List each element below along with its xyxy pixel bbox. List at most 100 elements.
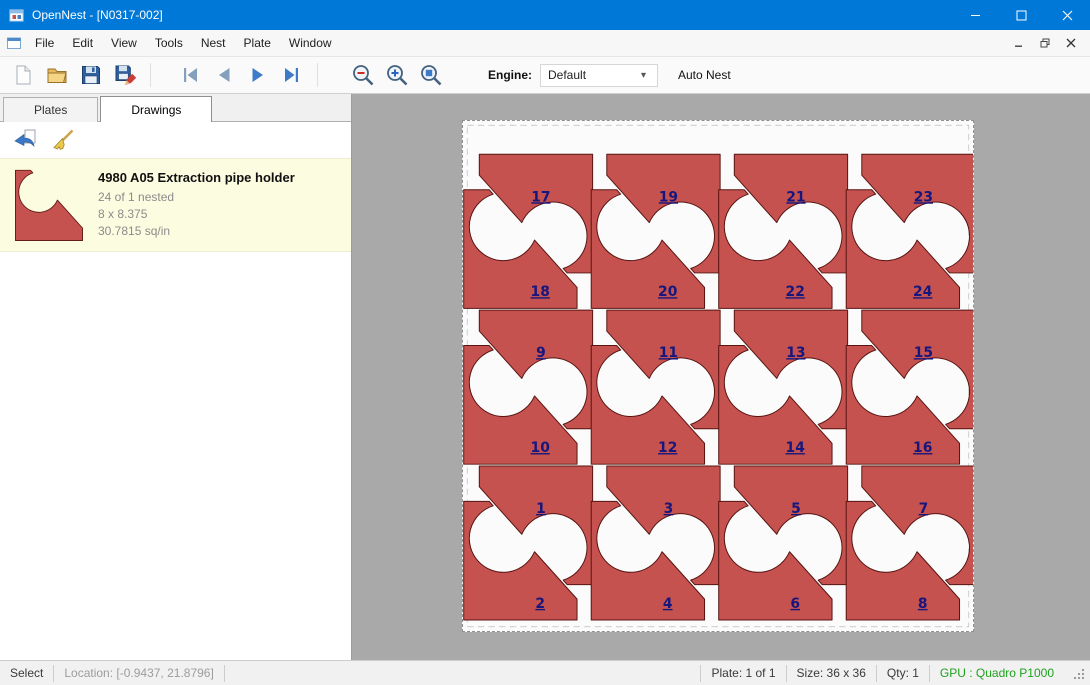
first-plate-button[interactable] <box>173 59 207 91</box>
mdi-minimize-button[interactable] <box>1006 32 1032 54</box>
toolbar: Engine: Default ▾ Auto Nest <box>0 57 1090 94</box>
broom-icon <box>51 128 75 152</box>
status-plate: Plate: 1 of 1 <box>701 666 785 680</box>
menu-item-file[interactable]: File <box>26 30 63 56</box>
save-icon <box>79 63 103 87</box>
drawing-nested-count: 24 of 1 nested <box>98 189 295 206</box>
part-number: 22 <box>786 284 805 300</box>
status-gpu: GPU : Quadro P1000 <box>930 666 1064 680</box>
last-arrow-icon <box>280 63 304 87</box>
menu-item-nest[interactable]: Nest <box>192 30 235 56</box>
save-as-button[interactable] <box>108 59 142 91</box>
part-number: 20 <box>658 284 677 300</box>
menu-item-view[interactable]: View <box>102 30 146 56</box>
window-title: OpenNest - [N0317-002] <box>32 8 952 22</box>
prev-arrow-icon <box>212 63 236 87</box>
statusbar: Select Location: [-0.9437, 21.8796] Plat… <box>0 660 1090 685</box>
maximize-button[interactable] <box>998 0 1044 30</box>
part-thumbnail <box>14 169 84 242</box>
status-mode: Select <box>0 666 53 680</box>
menu-item-window[interactable]: Window <box>280 30 341 56</box>
toolbar-separator <box>150 63 151 87</box>
mdi-close-icon <box>1066 38 1076 48</box>
part-number: 5 <box>791 501 801 517</box>
move-to-plate-button[interactable] <box>10 126 40 154</box>
titlebar: OpenNest - [N0317-002] <box>0 0 1090 30</box>
tab-drawings[interactable]: Drawings <box>100 96 212 122</box>
part-number: 2 <box>535 596 545 612</box>
minimize-button[interactable] <box>952 0 998 30</box>
clear-button[interactable] <box>48 126 78 154</box>
first-arrow-icon <box>178 63 202 87</box>
engine-select[interactable]: Default ▾ <box>540 64 658 87</box>
menu-item-plate[interactable]: Plate <box>235 30 280 56</box>
save-button[interactable] <box>74 59 108 91</box>
close-icon <box>1062 10 1073 21</box>
part-number: 23 <box>914 189 933 205</box>
next-plate-button[interactable] <box>241 59 275 91</box>
mdi-restore-button[interactable] <box>1032 32 1058 54</box>
part-number: 10 <box>531 440 550 456</box>
part-number: 6 <box>790 596 800 612</box>
prev-plate-button[interactable] <box>207 59 241 91</box>
part-number: 13 <box>786 345 805 361</box>
tab-plates[interactable]: Plates <box>3 97 98 122</box>
zoom-out-button[interactable] <box>346 59 380 91</box>
mdi-minimize-icon <box>1014 38 1024 48</box>
open-folder-icon <box>45 63 69 87</box>
zoom-in-button[interactable] <box>380 59 414 91</box>
part-number: 1 <box>536 501 546 517</box>
part-number: 18 <box>531 284 550 300</box>
toolbar-separator <box>317 63 318 87</box>
part-number: 7 <box>919 501 929 517</box>
nest-plate[interactable]: 171819202122232491011121314151612345678 <box>462 120 974 632</box>
drawing-title: 4980 A05 Extraction pipe holder <box>98 170 295 185</box>
mdi-child-icon <box>6 35 22 51</box>
part-number: 14 <box>786 440 806 456</box>
drawing-list-item[interactable]: 4980 A05 Extraction pipe holder 24 of 1 … <box>0 158 351 252</box>
mdi-close-button[interactable] <box>1058 32 1084 54</box>
part-number: 15 <box>914 345 933 361</box>
part-number: 3 <box>664 501 674 517</box>
chevron-down-icon: ▾ <box>641 70 657 81</box>
part-number: 16 <box>913 440 932 456</box>
part-number: 19 <box>659 189 678 205</box>
maximize-icon <box>1016 10 1027 21</box>
new-file-button[interactable] <box>6 59 40 91</box>
resize-grip[interactable] <box>1074 669 1086 681</box>
auto-nest-button[interactable]: Auto Nest <box>678 68 731 82</box>
zoom-in-icon <box>384 62 410 88</box>
statusbar-separator <box>224 665 225 682</box>
status-size: Size: 36 x 36 <box>787 666 876 680</box>
close-button[interactable] <box>1044 0 1090 30</box>
drawing-meta: 4980 A05 Extraction pipe holder 24 of 1 … <box>98 167 295 243</box>
next-arrow-icon <box>246 63 270 87</box>
tabstrip: Plates Drawings <box>0 94 351 122</box>
part-number: 9 <box>536 345 546 361</box>
drawing-area: 30.7815 sq/in <box>98 223 295 240</box>
last-plate-button[interactable] <box>275 59 309 91</box>
part-number: 12 <box>658 440 677 456</box>
app-icon <box>9 7 25 23</box>
engine-label: Engine: <box>488 68 532 82</box>
save-edit-icon <box>113 63 137 87</box>
minimize-icon <box>970 10 981 21</box>
drawing-size: 8 x 8.375 <box>98 206 295 223</box>
menu-item-tools[interactable]: Tools <box>146 30 192 56</box>
part-number: 11 <box>659 345 678 361</box>
return-arrow-icon <box>12 128 38 152</box>
mdi-restore-icon <box>1040 38 1050 48</box>
zoom-fit-button[interactable] <box>414 59 448 91</box>
part-number: 4 <box>663 596 673 612</box>
menubar: File Edit View Tools Nest Plate Window <box>0 30 1090 57</box>
main-area: Plates Drawings 4980 A05 E <box>0 94 1090 660</box>
drawings-toolbar <box>0 122 351 158</box>
part-number: 24 <box>913 284 933 300</box>
menu-item-edit[interactable]: Edit <box>63 30 102 56</box>
zoom-fit-icon <box>418 62 444 88</box>
part-number: 21 <box>786 189 805 205</box>
nest-canvas[interactable]: 171819202122232491011121314151612345678 <box>352 94 1090 660</box>
part-number: 17 <box>531 189 550 205</box>
zoom-out-icon <box>350 62 376 88</box>
open-button[interactable] <box>40 59 74 91</box>
